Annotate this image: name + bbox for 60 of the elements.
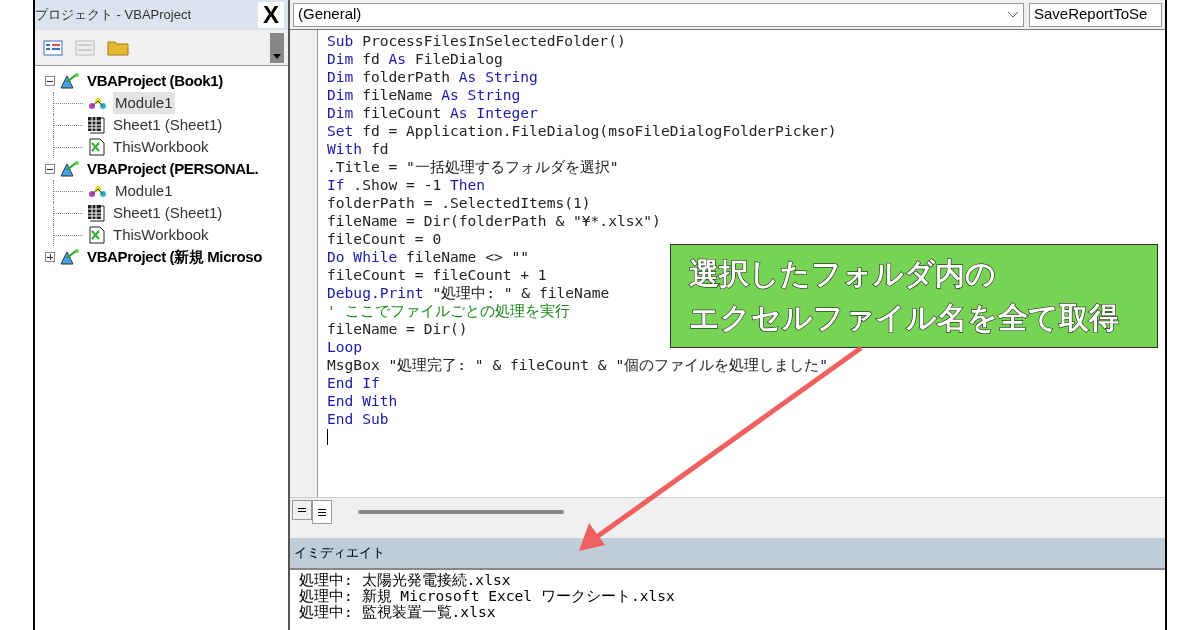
project-node[interactable]: VBAProject (Book1) xyxy=(85,69,225,93)
toolbar-scroll-button[interactable] xyxy=(270,32,284,63)
collapse-toggle[interactable] xyxy=(45,76,55,86)
tree-item[interactable]: Module1 xyxy=(113,91,175,115)
code-line: fileCount = 0 xyxy=(327,230,442,248)
workbook-icon xyxy=(87,138,107,156)
callout-text: エクセルファイル名を全て取得 xyxy=(689,300,1120,336)
code-line: Sub ProcessFilesInSelectedFolder() xyxy=(327,32,626,50)
procedure-view-button[interactable] xyxy=(292,500,312,520)
code-line: Debug.Print "処理中: " & fileName xyxy=(327,284,610,302)
module-icon xyxy=(87,95,109,111)
code-line: Set fd = Application.FileDialog(msoFileDialogFolderPicker) xyxy=(327,122,837,140)
object-dropdown[interactable]: (General) xyxy=(293,2,1024,27)
project-icon xyxy=(59,248,81,266)
code-line: .Title = "一括処理するフォルダを選択" xyxy=(327,158,619,176)
tree-item[interactable]: Module1 xyxy=(113,179,175,203)
code-line: Dim folderPath As String xyxy=(327,68,538,86)
horizontal-scrollbar-thumb[interactable] xyxy=(358,510,564,514)
output-line: 処理中: 監視装置一覧.xlsx xyxy=(299,604,497,620)
code-line: Do While fileName <> "" xyxy=(327,248,530,266)
code-line: If .Show = -1 Then xyxy=(327,176,486,194)
tree-item[interactable]: Sheet1 (Sheet1) xyxy=(111,201,225,225)
panel-title: プロジェクト - VBAProject xyxy=(35,6,192,25)
code-line: fileCount = fileCount + 1 xyxy=(327,266,547,284)
code-line: End Sub xyxy=(327,410,389,428)
close-button[interactable]: X xyxy=(258,2,284,28)
project-node[interactable]: VBAProject (新規 Microso xyxy=(85,245,265,269)
collapse-toggle[interactable] xyxy=(45,164,55,174)
project-node[interactable]: VBAProject (PERSONAL. xyxy=(85,157,261,181)
code-line: fileName = Dir(folderPath & "¥*.xlsx") xyxy=(327,212,661,230)
immediate-window-title: イミディエイト xyxy=(294,544,385,563)
code-line: End With xyxy=(327,392,398,410)
code-line: With fd xyxy=(327,140,389,158)
view-code-icon[interactable] xyxy=(43,39,63,56)
code-line: ' ここでファイルごとの処理を実行 xyxy=(327,302,570,320)
code-line: Dim fileName As String xyxy=(327,86,521,104)
chevron-down-icon xyxy=(1007,10,1019,19)
code-line: MsgBox "処理完了: " & fileCount & "個のファイルを処理しました" xyxy=(327,356,828,374)
code-line: End If xyxy=(327,374,380,392)
output-line: 処理中: 新規 Microsoft Excel ワークシート.xlsx xyxy=(299,588,676,604)
code-line: Loop xyxy=(327,338,363,356)
code-line: fileName = Dir() xyxy=(327,320,468,338)
code-line: Dim fileCount As Integer xyxy=(327,104,538,122)
code-line: folderPath = .SelectedItems(1) xyxy=(327,194,591,212)
project-icon xyxy=(59,160,81,178)
project-icon xyxy=(59,72,81,90)
sheet-icon xyxy=(87,116,107,134)
full-module-view-button[interactable] xyxy=(312,500,332,524)
tree-item[interactable]: ThisWorkbook xyxy=(111,223,211,247)
code-line: Dim fd As FileDialog xyxy=(327,50,503,68)
module-icon xyxy=(87,183,109,199)
tree-item[interactable]: Sheet1 (Sheet1) xyxy=(111,113,225,137)
expand-toggle[interactable] xyxy=(45,252,55,262)
output-line: 処理中: 太陽光発電接続.xlsx xyxy=(299,572,512,588)
sheet-icon xyxy=(87,204,107,222)
tree-item[interactable]: ThisWorkbook xyxy=(111,135,211,159)
procedure-dropdown[interactable]: SaveReportToSe xyxy=(1029,2,1162,27)
text-cursor xyxy=(327,429,328,445)
callout-text: 選択したフォルダ内の xyxy=(689,256,997,292)
workbook-icon xyxy=(87,226,107,244)
